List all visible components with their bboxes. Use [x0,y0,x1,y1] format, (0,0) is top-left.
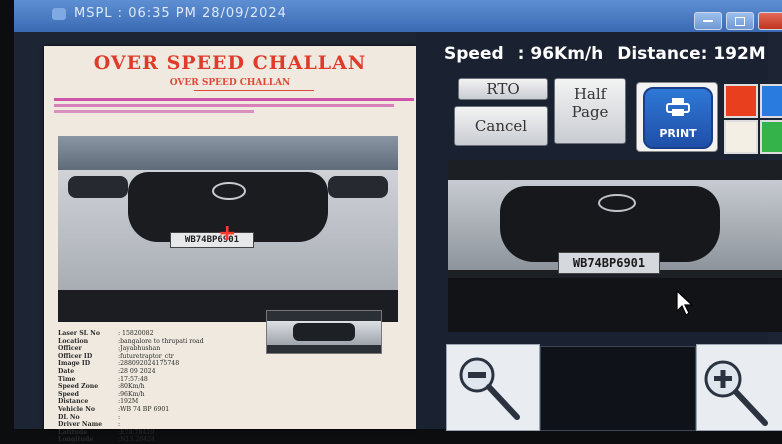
vehicle-thumbnail [266,310,382,354]
detail-key: Location [58,337,89,345]
half-page-button[interactable]: Half Page [554,78,626,144]
detail-value: :WB 74 BP 6901 [118,405,170,413]
detail-key: Longitude [58,436,94,444]
image-strip [540,346,696,431]
target-crosshair-icon: + [218,221,237,246]
detail-value: :bangalore to thrupati road [118,337,204,345]
detail-value: :futuretraptor_ctr [118,352,174,360]
speed-label: Speed [444,44,504,64]
overlay-stamp-line [54,98,414,101]
detail-key: Speed [58,390,79,398]
color-swatch-green[interactable] [760,120,782,154]
detail-key: Date [58,367,75,375]
detail-key: Image ID [58,360,91,368]
cancel-button[interactable]: Cancel [454,106,548,146]
challan-preview: OVER SPEED CHALLAN OVER SPEED CHALLAN WB… [44,46,416,443]
thumb-car-grille [293,323,355,341]
subtitle-underline [194,90,314,91]
print-label: PRINT [659,127,697,140]
zoom-out-button[interactable] [446,344,540,431]
detail-value: :192M [118,398,139,406]
photo-background [58,136,398,170]
color-swatch-red[interactable] [724,84,758,118]
detail-value: :80Km/h [118,383,145,391]
zoom-in-icon [704,360,768,426]
detail-value: :28 09 2024 [118,367,156,375]
vehicle-photo: WB74BP6901 + [58,136,398,322]
detail-key: DL No [58,413,80,421]
license-plate: WB74BP6901 [170,232,254,248]
detail-value: :N13.28424 [118,436,156,444]
detail-key: Officer [58,345,82,353]
zoom-license-plate: WB74BP6901 [558,252,660,274]
window-titlebar: MSPL : 06:35 PM 28/09/2024 [14,0,782,32]
detail-key: Speed Zone [58,383,99,391]
detail-key: Vehicle No [58,405,96,413]
detail-value: : [118,421,121,429]
color-swatch-white[interactable] [724,120,758,154]
detail-key: Driver Name [58,421,103,429]
print-button-face: PRINT [643,87,713,149]
print-button[interactable]: PRINT [636,82,718,152]
color-swatch-blue[interactable] [760,84,782,118]
half-page-label: Half Page [571,85,609,121]
zoom-out-icon [459,357,520,420]
rto-button[interactable]: RTO [458,78,548,100]
close-button[interactable] [758,12,782,30]
zoomed-plate-view[interactable]: WB74BP6901 [448,160,782,332]
detail-key: Time [58,375,76,383]
minimize-button[interactable] [694,12,722,30]
zoom-car-logo [598,194,636,212]
zoom-car-bumper [448,278,782,332]
detail-value: : 15820082 [118,330,154,337]
maximize-button[interactable] [726,12,754,30]
detail-value: :288092024175748 [118,360,180,368]
overlay-stamp-line [54,110,254,113]
car-headlamp [328,176,388,198]
car-logo [212,182,246,200]
distance-label: Distance [617,44,701,64]
challan-title: OVER SPEED CHALLAN [93,52,367,74]
detail-value: : [118,413,121,421]
detail-value: :17:57:48 [118,375,148,383]
challan-subtitle: OVER SPEED CHALLAN [169,78,291,88]
cursor-arrow-icon [676,290,694,316]
detail-key: Distance [58,398,89,406]
detail-key: Officer ID [58,352,93,360]
detail-key: Latitude [58,428,88,436]
detail-value: :E78.78419 [118,428,155,436]
detail-value: :Jayabhushan [118,345,161,353]
speed-value: : 96Km/h [517,44,604,64]
app-icon [52,8,66,20]
speed-distance-readout: Speed : 96Km/h Distance: 192M [444,44,766,64]
challan-details: Laser SL No : 15820082 Location :bangalore… [58,330,204,444]
overlay-stamp-line [54,104,394,107]
zoom-in-button[interactable] [696,344,782,431]
distance-value: : 192M [700,44,766,64]
window-title: MSPL : 06:35 PM 28/09/2024 [74,6,287,21]
printer-icon [666,98,690,116]
car-headlamp [68,176,128,198]
detail-key: Laser SL No [58,330,100,337]
detail-value: :96Km/h [118,390,145,398]
